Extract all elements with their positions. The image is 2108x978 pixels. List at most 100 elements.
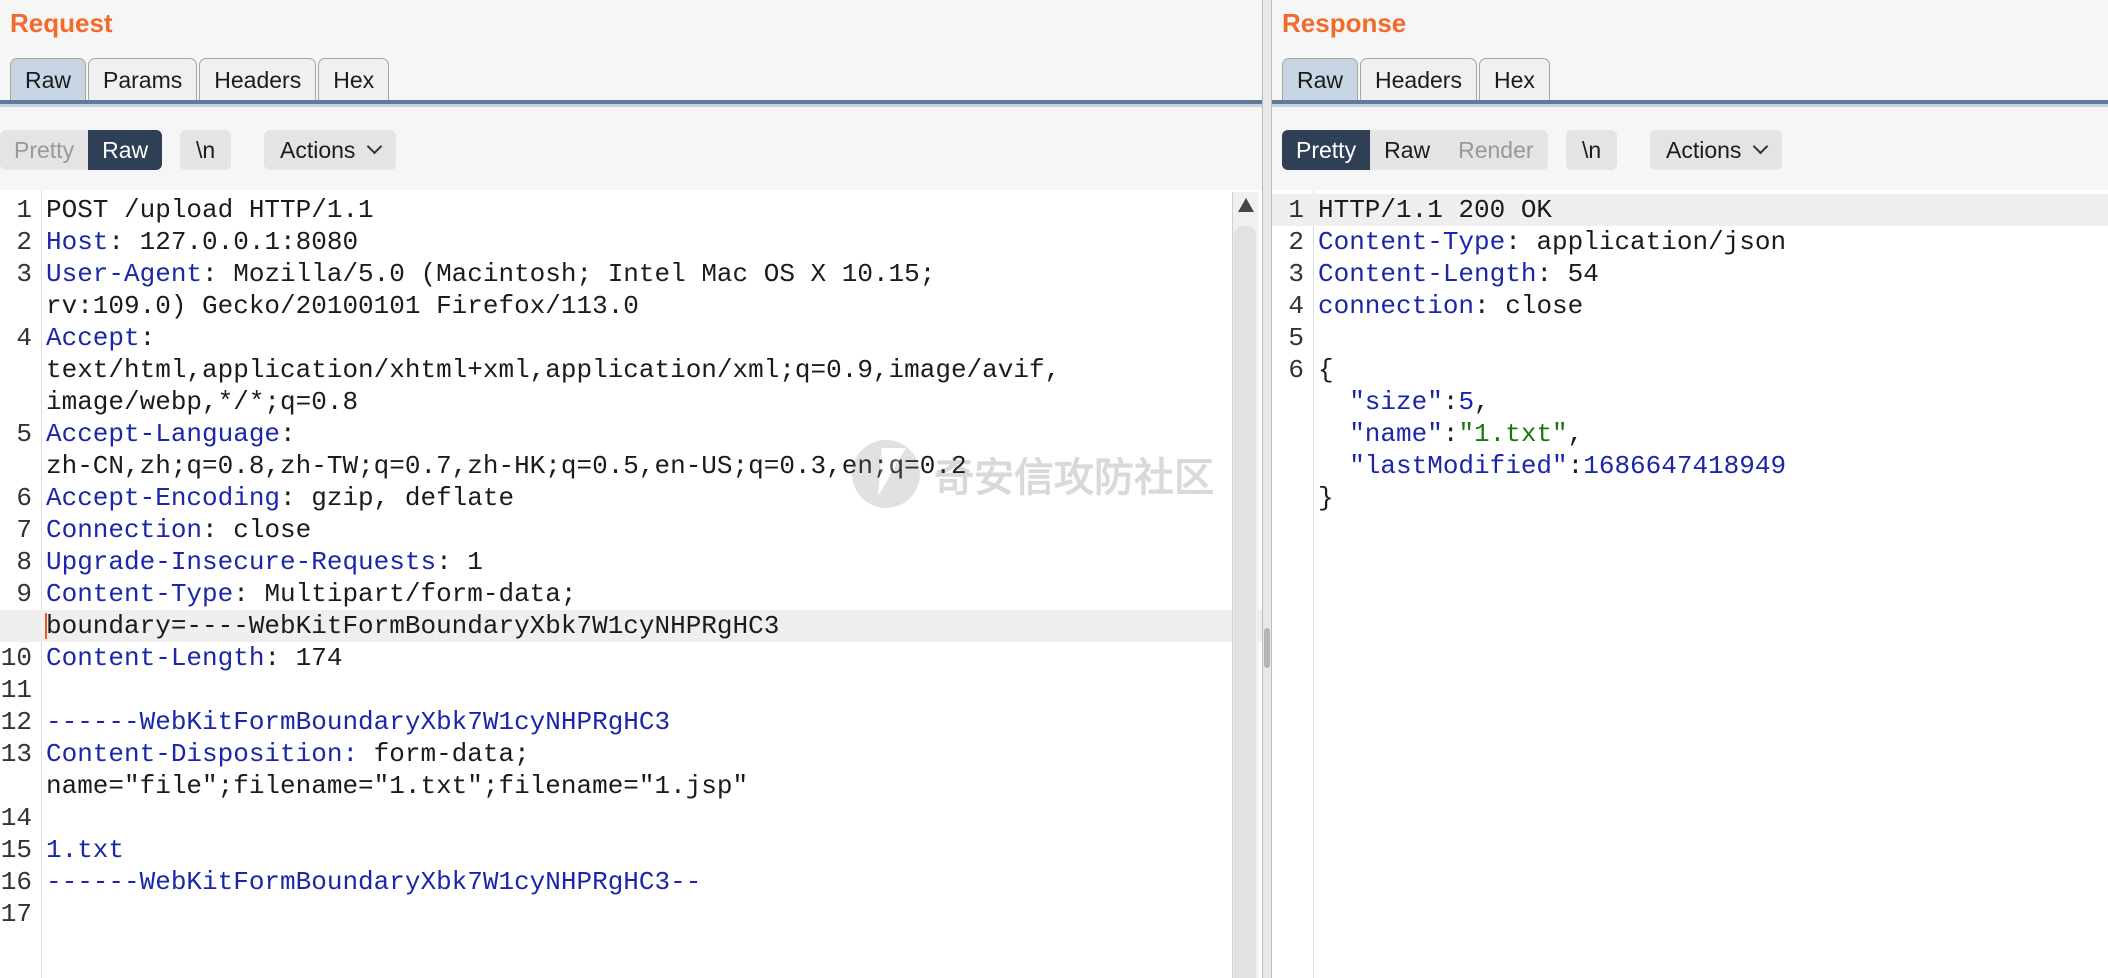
tab-raw[interactable]: Raw <box>10 58 87 102</box>
code-line[interactable]: 4 Accept: <box>0 322 1262 354</box>
raw-toggle[interactable]: Raw <box>88 130 163 170</box>
header-name: Host <box>46 227 109 257</box>
code-line[interactable]: 2 Host: 127.0.0.1:8080 <box>0 226 1262 258</box>
code-line[interactable]: "lastModified":1686647418949 <box>1272 450 2108 482</box>
code-line[interactable]: 12 ------WebKitFormBoundaryXbk7W1cyNHPRgH… <box>0 706 1262 738</box>
line-text: text/html,application/xhtml+xml,applicat… <box>46 354 1060 386</box>
tab-hex[interactable]: Hex <box>318 58 390 102</box>
code-token: : application/json <box>1505 227 1787 257</box>
code-line[interactable]: image/webp,*/*;q=0.8 <box>0 386 1262 418</box>
code-line[interactable]: 13 Content-Disposition: form-data; <box>0 738 1262 770</box>
watermark: 奇安信攻防社区 <box>852 440 1214 508</box>
line-number: 15 <box>0 835 32 865</box>
code-token: boundary=----WebKitFormBoundaryXbk7W1cyN… <box>46 611 780 641</box>
line-number: 16 <box>0 867 32 897</box>
header-name: Connection <box>46 515 203 545</box>
text-cursor <box>45 613 47 639</box>
code-line[interactable]: 3 Content-Length: 54 <box>1272 258 2108 290</box>
response-title: Response <box>1282 8 1407 38</box>
code-line[interactable]: 17 <box>0 898 1262 930</box>
code-line[interactable]: text/html,application/xhtml+xml,applicat… <box>0 354 1262 386</box>
code-token: ------WebKitFormBoundaryXbk7W1cyNHPRgHC3 <box>46 707 671 737</box>
code-line[interactable]: 1 HTTP/1.1 200 OK <box>1272 194 2108 226</box>
code-line[interactable]: 11 <box>0 674 1262 706</box>
code-token: form-data; <box>358 739 530 769</box>
line-text: ------WebKitFormBoundaryXbk7W1cyNHPRgHC3… <box>46 866 701 898</box>
watermark-text: 奇安信攻防社区 <box>934 455 1214 501</box>
code-line[interactable]: 6{ <box>1272 354 2108 386</box>
header-name: Accept-Language <box>46 419 281 449</box>
code-line[interactable]: 15 1.txt <box>0 834 1262 866</box>
line-text: name="file";filename="1.txt";filename="1… <box>46 770 748 802</box>
tab-hex[interactable]: Hex <box>1478 58 1550 102</box>
request-view-toggle: Pretty Raw <box>0 130 163 170</box>
actions-button[interactable]: Actions <box>1650 130 1783 170</box>
line-text: Accept: <box>46 322 155 354</box>
code-line[interactable]: name="file";filename="1.txt";filename="1… <box>0 770 1262 802</box>
line-text: HTTP/1.1 200 OK <box>1318 194 1552 226</box>
code-token: rv:109.0) Gecko/20100101 Firefox/113.0 <box>46 291 639 321</box>
code-token: } <box>1318 483 1334 513</box>
scrollbar-thumb[interactable] <box>1234 226 1256 978</box>
line-number: 4 <box>1288 291 1304 321</box>
response-header-area: Response Raw Headers Hex <box>1272 0 2108 110</box>
response-tabs: Raw Headers Hex <box>1282 58 1552 102</box>
line-number: 11 <box>0 675 32 705</box>
raw-toggle[interactable]: Raw <box>1370 130 1444 170</box>
request-tabs: Raw Params Headers Hex <box>10 58 391 102</box>
line-text: ------WebKitFormBoundaryXbk7W1cyNHPRgHC3 <box>46 706 670 738</box>
tab-params[interactable]: Params <box>88 58 198 102</box>
line-number: 7 <box>16 515 32 545</box>
tab-headers[interactable]: Headers <box>1360 58 1477 102</box>
request-editor[interactable]: 1 POST /upload HTTP/1.1 2 Host: 127.0.0.1:8… <box>0 190 1262 978</box>
line-text: Upgrade-Insecure-Requests: 1 <box>46 546 483 578</box>
line-text: zh-CN,zh;q=0.8,zh-TW;q=0.7,zh-HK;q=0.5,e… <box>46 450 967 482</box>
code-line[interactable]: 9 Content-Type: Multipart/form-data; <box>0 578 1262 610</box>
code-line[interactable]: 5 <box>1272 322 2108 354</box>
code-line[interactable]: "size":5, <box>1272 386 2108 418</box>
line-number: 9 <box>16 579 32 609</box>
splitter-handle-icon[interactable] <box>1264 628 1270 668</box>
scroll-up-arrow-icon[interactable] <box>1238 198 1254 212</box>
code-line[interactable]: 16 ------WebKitFormBoundaryXbk7W1cyNHPRgH… <box>0 866 1262 898</box>
line-text: Content-Length: 54 <box>1318 258 1599 290</box>
response-editor[interactable]: 1 HTTP/1.1 200 OK 2 Content-Type: applicati… <box>1272 190 2108 978</box>
request-title: Request <box>10 8 113 38</box>
pane-splitter[interactable] <box>1262 0 1272 978</box>
code-line[interactable]: 8 Upgrade-Insecure-Requests: 1 <box>0 546 1262 578</box>
code-token: : gzip, deflate <box>280 483 515 513</box>
pretty-toggle[interactable]: Pretty <box>1282 130 1371 170</box>
code-line[interactable]: 3 User-Agent: Mozilla/5.0 (Macintosh; Int… <box>0 258 1262 290</box>
header-name: Accept-Encoding <box>46 483 281 513</box>
code-token: "1.txt" <box>1458 419 1568 449</box>
line-text: "lastModified":1686647418949 <box>1318 450 1786 482</box>
code-line[interactable]: 7 Connection: close <box>0 514 1262 546</box>
code-token: : <box>1442 419 1459 449</box>
code-line[interactable]: 1 POST /upload HTTP/1.1 <box>0 194 1262 226</box>
header-name: Content-Length <box>46 643 265 673</box>
line-text: Accept-Language: <box>46 418 296 450</box>
actions-button[interactable]: Actions <box>264 130 397 170</box>
tab-headers[interactable]: Headers <box>199 58 317 102</box>
render-toggle[interactable]: Render <box>1444 130 1547 170</box>
line-number: 5 <box>1288 323 1304 353</box>
code-line[interactable]: rv:109.0) Gecko/20100101 Firefox/113.0 <box>0 290 1262 322</box>
code-token: { <box>1318 355 1334 385</box>
tab-raw[interactable]: Raw <box>1282 58 1359 102</box>
header-name: Content-Type <box>46 579 234 609</box>
code-line[interactable]: "name":"1.txt", <box>1272 418 2108 450</box>
newline-toggle-button[interactable]: \n <box>180 130 232 170</box>
code-token: : close <box>1474 291 1584 321</box>
line-text: image/webp,*/*;q=0.8 <box>46 386 358 418</box>
code-token: : 1 <box>436 547 483 577</box>
code-line[interactable]: 14 <box>0 802 1262 834</box>
line-number: 8 <box>16 547 32 577</box>
code-line[interactable]: 10 Content-Length: 174 <box>0 642 1262 674</box>
code-line[interactable]: } <box>1272 482 2108 514</box>
line-number: 3 <box>16 259 32 289</box>
code-line[interactable]: 4 connection: close <box>1272 290 2108 322</box>
code-line[interactable]: 2 Content-Type: application/json <box>1272 226 2108 258</box>
newline-toggle-button[interactable]: \n <box>1566 130 1618 170</box>
pretty-toggle[interactable]: Pretty <box>0 130 88 170</box>
code-line[interactable]: boundary=----WebKitFormBoundaryXbk7W1cyN… <box>0 610 1262 642</box>
